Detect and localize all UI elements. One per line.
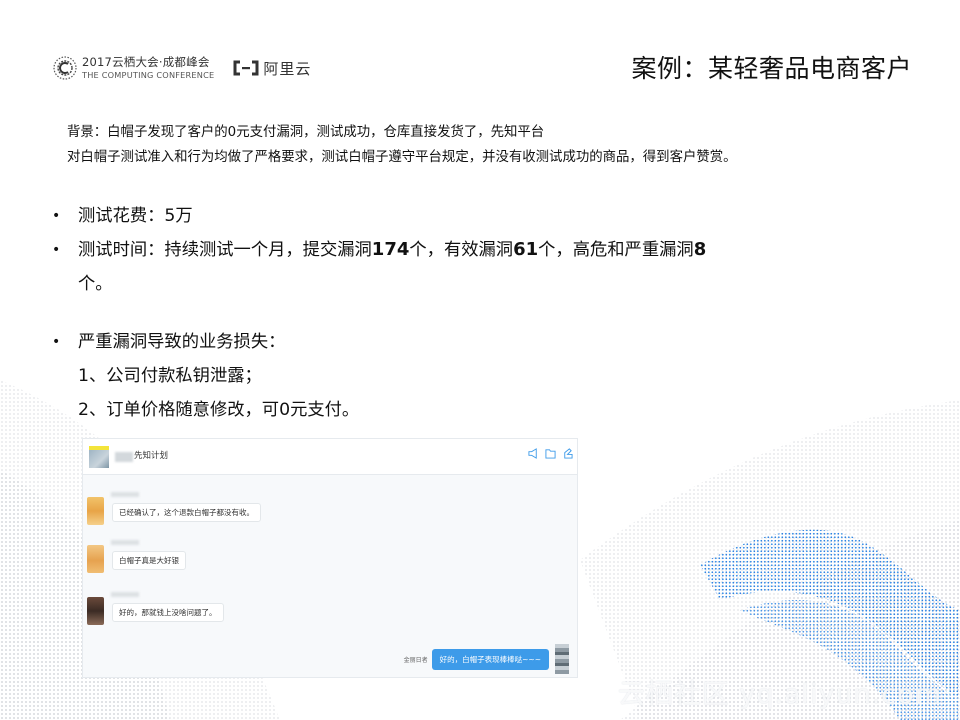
- chat-reply: 金丽日者 好的，白帽子表现棒棒哒~~~: [404, 644, 569, 674]
- group-avatar: [89, 446, 109, 468]
- reply-sender: 金丽日者: [403, 656, 428, 664]
- watermark: 云栖社区 yq.aliyun.com: [617, 679, 942, 710]
- chat-message: 好的，那就钱上没啥问题了。: [87, 592, 224, 625]
- cloud-dots-logo-icon: [53, 56, 77, 80]
- submitted-count: 174: [371, 239, 410, 260]
- bullet-marker: •: [52, 208, 61, 224]
- chat-title: 先知计划: [134, 451, 169, 461]
- bullet-loss: • 严重漏洞导致的业务损失：: [52, 325, 706, 359]
- chat-message: 白帽子真是大好银: [87, 540, 186, 573]
- chat-header-icons: [528, 448, 573, 459]
- severe-count: 8: [693, 239, 707, 260]
- loss-item-2: 2、订单价格随意修改，可0元支付。: [78, 400, 360, 420]
- slide-title: 案例：某轻奢品电商客户: [631, 54, 912, 83]
- bullet-list: • 测试花费：5万 • 测试时间：持续测试一个月，提交漏洞174个，有效漏洞61…: [52, 199, 706, 427]
- header-logos: 2017云栖大会·成都峰会 THE COMPUTING CONFERENCE 阿…: [52, 53, 311, 83]
- background-description: 背景：白帽子发现了客户的0元支付漏洞，测试成功，仓库直接发货了，先知平台 对白帽…: [67, 120, 737, 170]
- megaphone-icon[interactable]: [528, 448, 539, 459]
- background-line-1: 背景：白帽子发现了客户的0元支付漏洞，测试成功，仓库直接发货了，先知平台: [67, 125, 545, 140]
- chat-header: 先知计划: [83, 439, 577, 475]
- share-icon[interactable]: [562, 448, 573, 459]
- valid-count: 61: [513, 239, 539, 260]
- conference-subtitle: THE COMPUTING CONFERENCE: [82, 70, 215, 81]
- avatar: [87, 545, 104, 573]
- chat-screenshot: 先知计划 已经确认了，这个退款白帽子都没有收。 白帽子真是大好银 好的，那就钱上…: [82, 438, 578, 678]
- aliyun-logo: 阿里云: [232, 58, 311, 79]
- folder-icon[interactable]: [545, 448, 556, 459]
- background-line-2: 对白帽子测试准入和行为均做了严格要求，测试白帽子遵守平台规定，并没有收测试成功的…: [67, 150, 737, 165]
- bullet-time: • 测试时间：持续测试一个月，提交漏洞174个，有效漏洞61个，高危和严重漏洞8…: [52, 233, 706, 301]
- bullet-cost: • 测试花费：5万: [52, 199, 706, 233]
- aliyun-bracket-logo-icon: [233, 60, 259, 76]
- reply-bubble: 好的，白帽子表现棒棒哒~~~: [431, 648, 549, 670]
- slide: 2017云栖大会·成都峰会 THE COMPUTING CONFERENCE 阿…: [0, 0, 960, 720]
- avatar: [555, 644, 569, 674]
- bullet-marker: •: [52, 334, 61, 350]
- brand-name: 阿里云: [263, 59, 312, 78]
- blurred-title-prefix: [115, 452, 133, 462]
- avatar: [87, 497, 104, 525]
- message-bubble: 白帽子真是大好银: [112, 551, 186, 570]
- avatar: [87, 597, 104, 625]
- chat-message: 已经确认了，这个退款白帽子都没有收。: [87, 492, 261, 525]
- conference-name: 2017云栖大会·成都峰会: [82, 54, 210, 69]
- message-bubble: 已经确认了，这个退款白帽子都没有收。: [112, 503, 261, 522]
- message-bubble: 好的，那就钱上没啥问题了。: [112, 603, 224, 622]
- bullet-marker: •: [52, 242, 61, 258]
- loss-item-1: 1、公司付款私钥泄露；: [78, 366, 262, 386]
